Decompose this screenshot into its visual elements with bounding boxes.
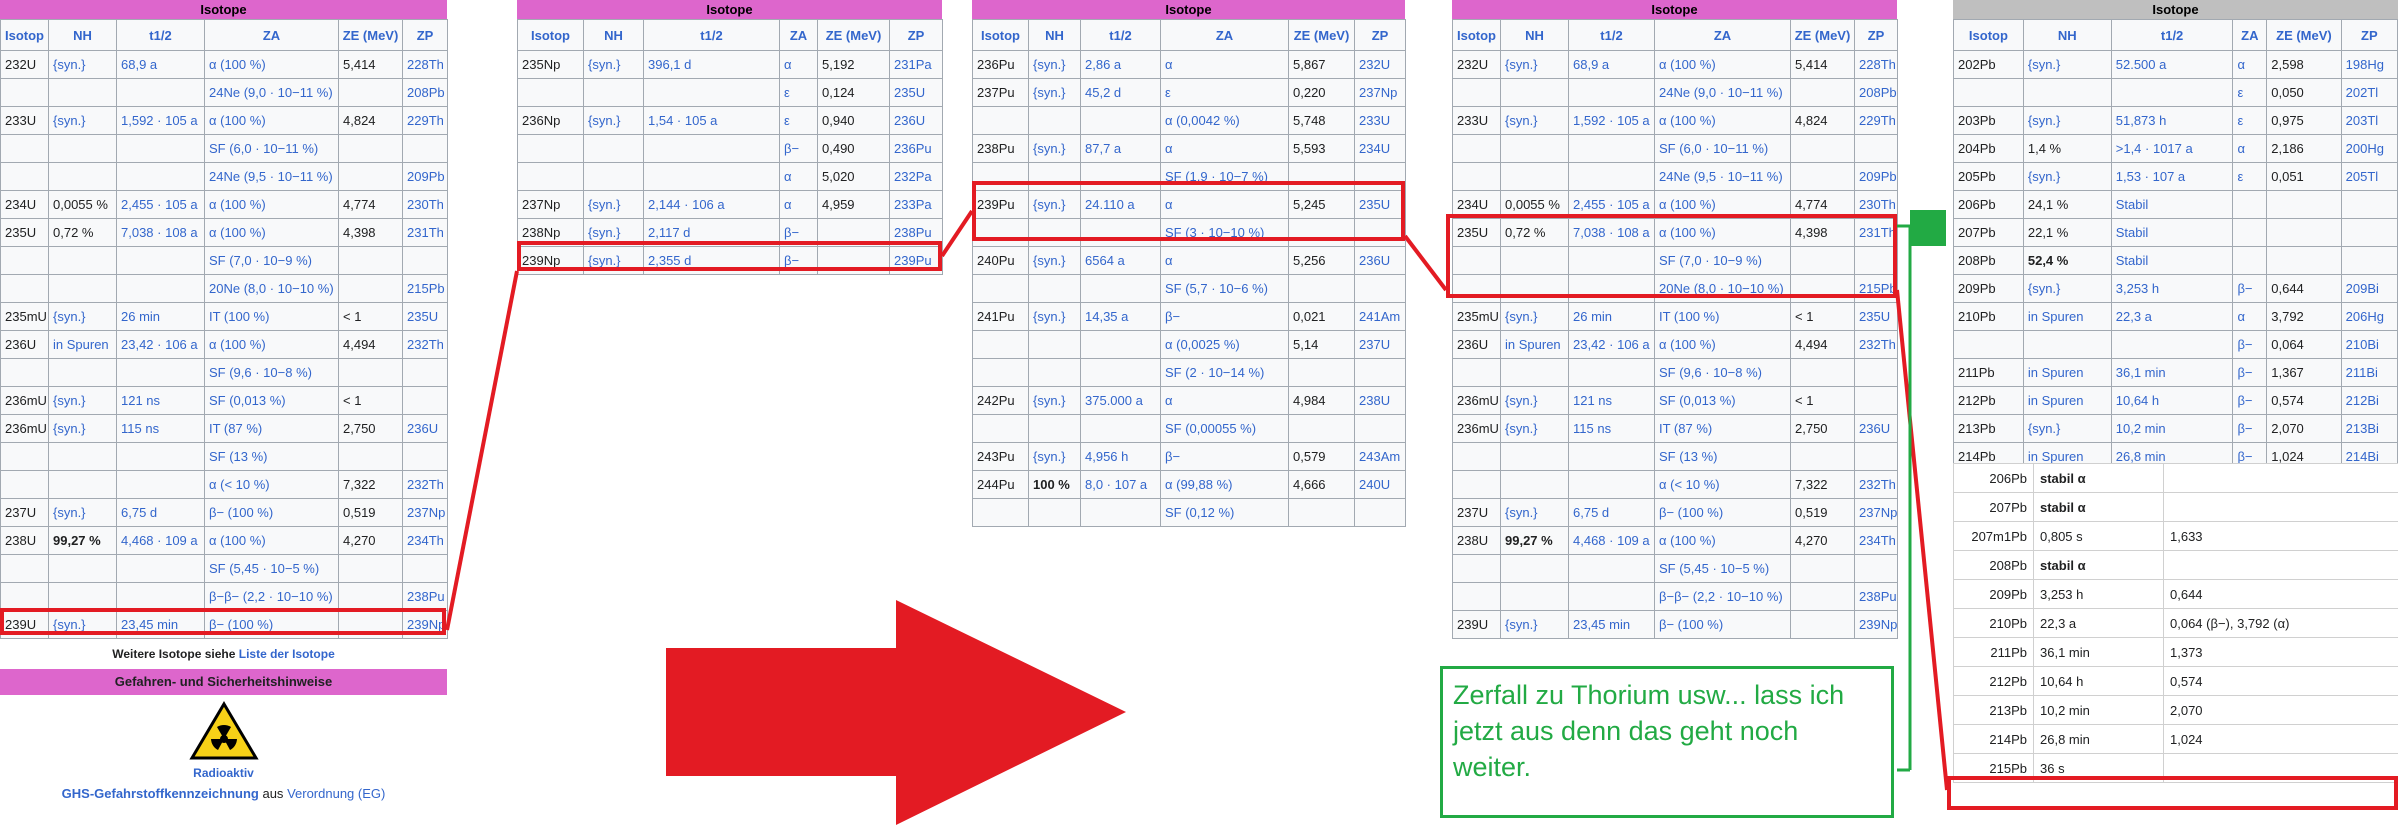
comment-text: Zerfall zu Thorium usw... lass ich jetzt… [1443, 669, 1891, 793]
green-marker [1910, 210, 1946, 246]
connector-lines [0, 0, 2398, 818]
comment-note: Zerfall zu Thorium usw... lass ich jetzt… [1440, 666, 1894, 818]
